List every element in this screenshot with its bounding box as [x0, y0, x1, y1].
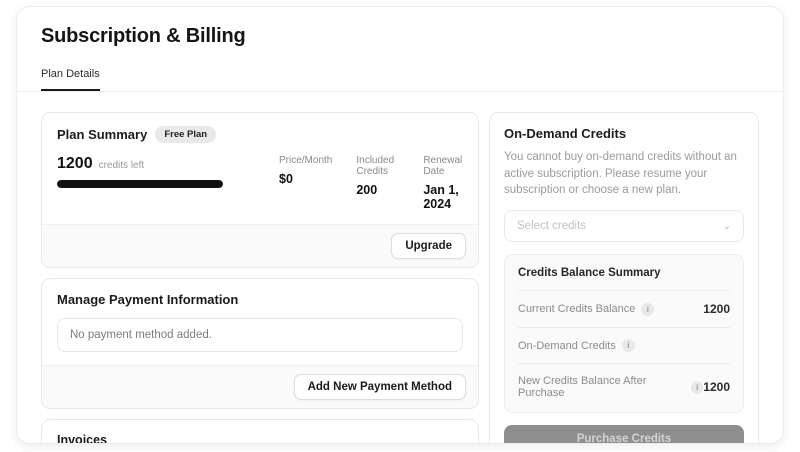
payment-card-footer: Add New Payment Method: [42, 365, 478, 408]
right-column: On-Demand Credits You cannot buy on-dema…: [489, 112, 759, 444]
summary-row-label: On-Demand Credits: [518, 340, 616, 352]
credits-line: 1200 credits left: [57, 155, 269, 173]
summary-label-wrap: On-Demand Credits i: [518, 339, 635, 352]
invoices-title: Invoices: [57, 433, 463, 444]
plan-stats-row: 1200 credits left Price/Month $0: [57, 155, 463, 211]
stat-price-month: Price/Month $0: [279, 155, 332, 211]
stat-label: Price/Month: [279, 155, 332, 166]
plan-summary-footer: Upgrade: [42, 224, 478, 267]
payment-card-body: Manage Payment Information No payment me…: [42, 279, 478, 365]
tabs-bar: Plan Details: [17, 64, 783, 92]
content-area: Plan Summary Free Plan 1200 credits left: [17, 92, 783, 444]
tab-plan-details[interactable]: Plan Details: [41, 68, 100, 91]
plan-summary-card: Plan Summary Free Plan 1200 credits left: [41, 112, 479, 268]
on-demand-credits-card: On-Demand Credits You cannot buy on-dema…: [489, 112, 759, 444]
plan-summary-title: Plan Summary: [57, 127, 147, 142]
payment-title: Manage Payment Information: [57, 292, 463, 307]
on-demand-description: You cannot buy on-demand credits without…: [504, 149, 744, 199]
stat-value: 200: [356, 183, 399, 197]
stat-renewal-date: Renewal Date Jan 1, 2024: [423, 155, 463, 211]
credits-balance-summary-title: Credits Balance Summary: [518, 267, 730, 290]
stat-label: Included Credits: [356, 155, 399, 177]
credits-block: 1200 credits left: [57, 155, 269, 188]
free-plan-badge: Free Plan: [155, 126, 216, 143]
billing-panel: Subscription & Billing Plan Details Plan…: [16, 6, 784, 444]
summary-row-new-balance: New Credits Balance After Purchase i 120…: [518, 363, 730, 410]
credits-progress-track: [57, 180, 223, 188]
select-credits-placeholder: Select credits: [517, 220, 586, 232]
stat-label: Renewal Date: [423, 155, 463, 177]
add-payment-method-button[interactable]: Add New Payment Method: [294, 374, 466, 400]
credits-remaining-label: credits left: [99, 160, 145, 171]
info-icon[interactable]: i: [691, 381, 703, 394]
upgrade-button[interactable]: Upgrade: [391, 233, 466, 259]
page-title: Subscription & Billing: [17, 7, 783, 48]
select-credits-dropdown[interactable]: Select credits ⌄: [504, 210, 744, 242]
on-demand-title: On-Demand Credits: [504, 126, 744, 141]
stat-value: $0: [279, 172, 332, 186]
payment-empty-message: No payment method added.: [57, 318, 463, 352]
plan-summary-body: Plan Summary Free Plan 1200 credits left: [42, 113, 478, 224]
summary-row-value: 1200: [703, 302, 730, 316]
summary-row-current-balance: Current Credits Balance i 1200: [518, 290, 730, 327]
payment-card: Manage Payment Information No payment me…: [41, 278, 479, 409]
summary-row-label: Current Credits Balance: [518, 303, 635, 315]
credits-progress-fill: [57, 180, 223, 188]
info-icon[interactable]: i: [622, 339, 635, 352]
stat-included-credits: Included Credits 200: [356, 155, 399, 211]
info-icon[interactable]: i: [641, 303, 654, 316]
credits-remaining-value: 1200: [57, 155, 93, 173]
chevron-down-icon: ⌄: [723, 221, 731, 232]
plan-stats: Price/Month $0 Included Credits 200 Rene…: [279, 155, 463, 211]
stat-value: Jan 1, 2024: [423, 183, 463, 211]
plan-summary-header: Plan Summary Free Plan: [57, 126, 463, 143]
invoices-card-body: Invoices You can refer to all your past …: [42, 420, 478, 444]
invoices-card: Invoices You can refer to all your past …: [41, 419, 479, 444]
summary-label-wrap: Current Credits Balance i: [518, 303, 654, 316]
summary-row-on-demand: On-Demand Credits i: [518, 327, 730, 363]
summary-row-label: New Credits Balance After Purchase: [518, 375, 685, 399]
summary-row-value: 1200: [703, 380, 730, 394]
left-column: Plan Summary Free Plan 1200 credits left: [41, 112, 479, 444]
summary-label-wrap: New Credits Balance After Purchase i: [518, 375, 703, 399]
purchase-credits-button[interactable]: Purchase Credits: [504, 425, 744, 444]
credits-balance-summary: Credits Balance Summary Current Credits …: [504, 254, 744, 413]
on-demand-body: On-Demand Credits You cannot buy on-dema…: [490, 113, 758, 444]
